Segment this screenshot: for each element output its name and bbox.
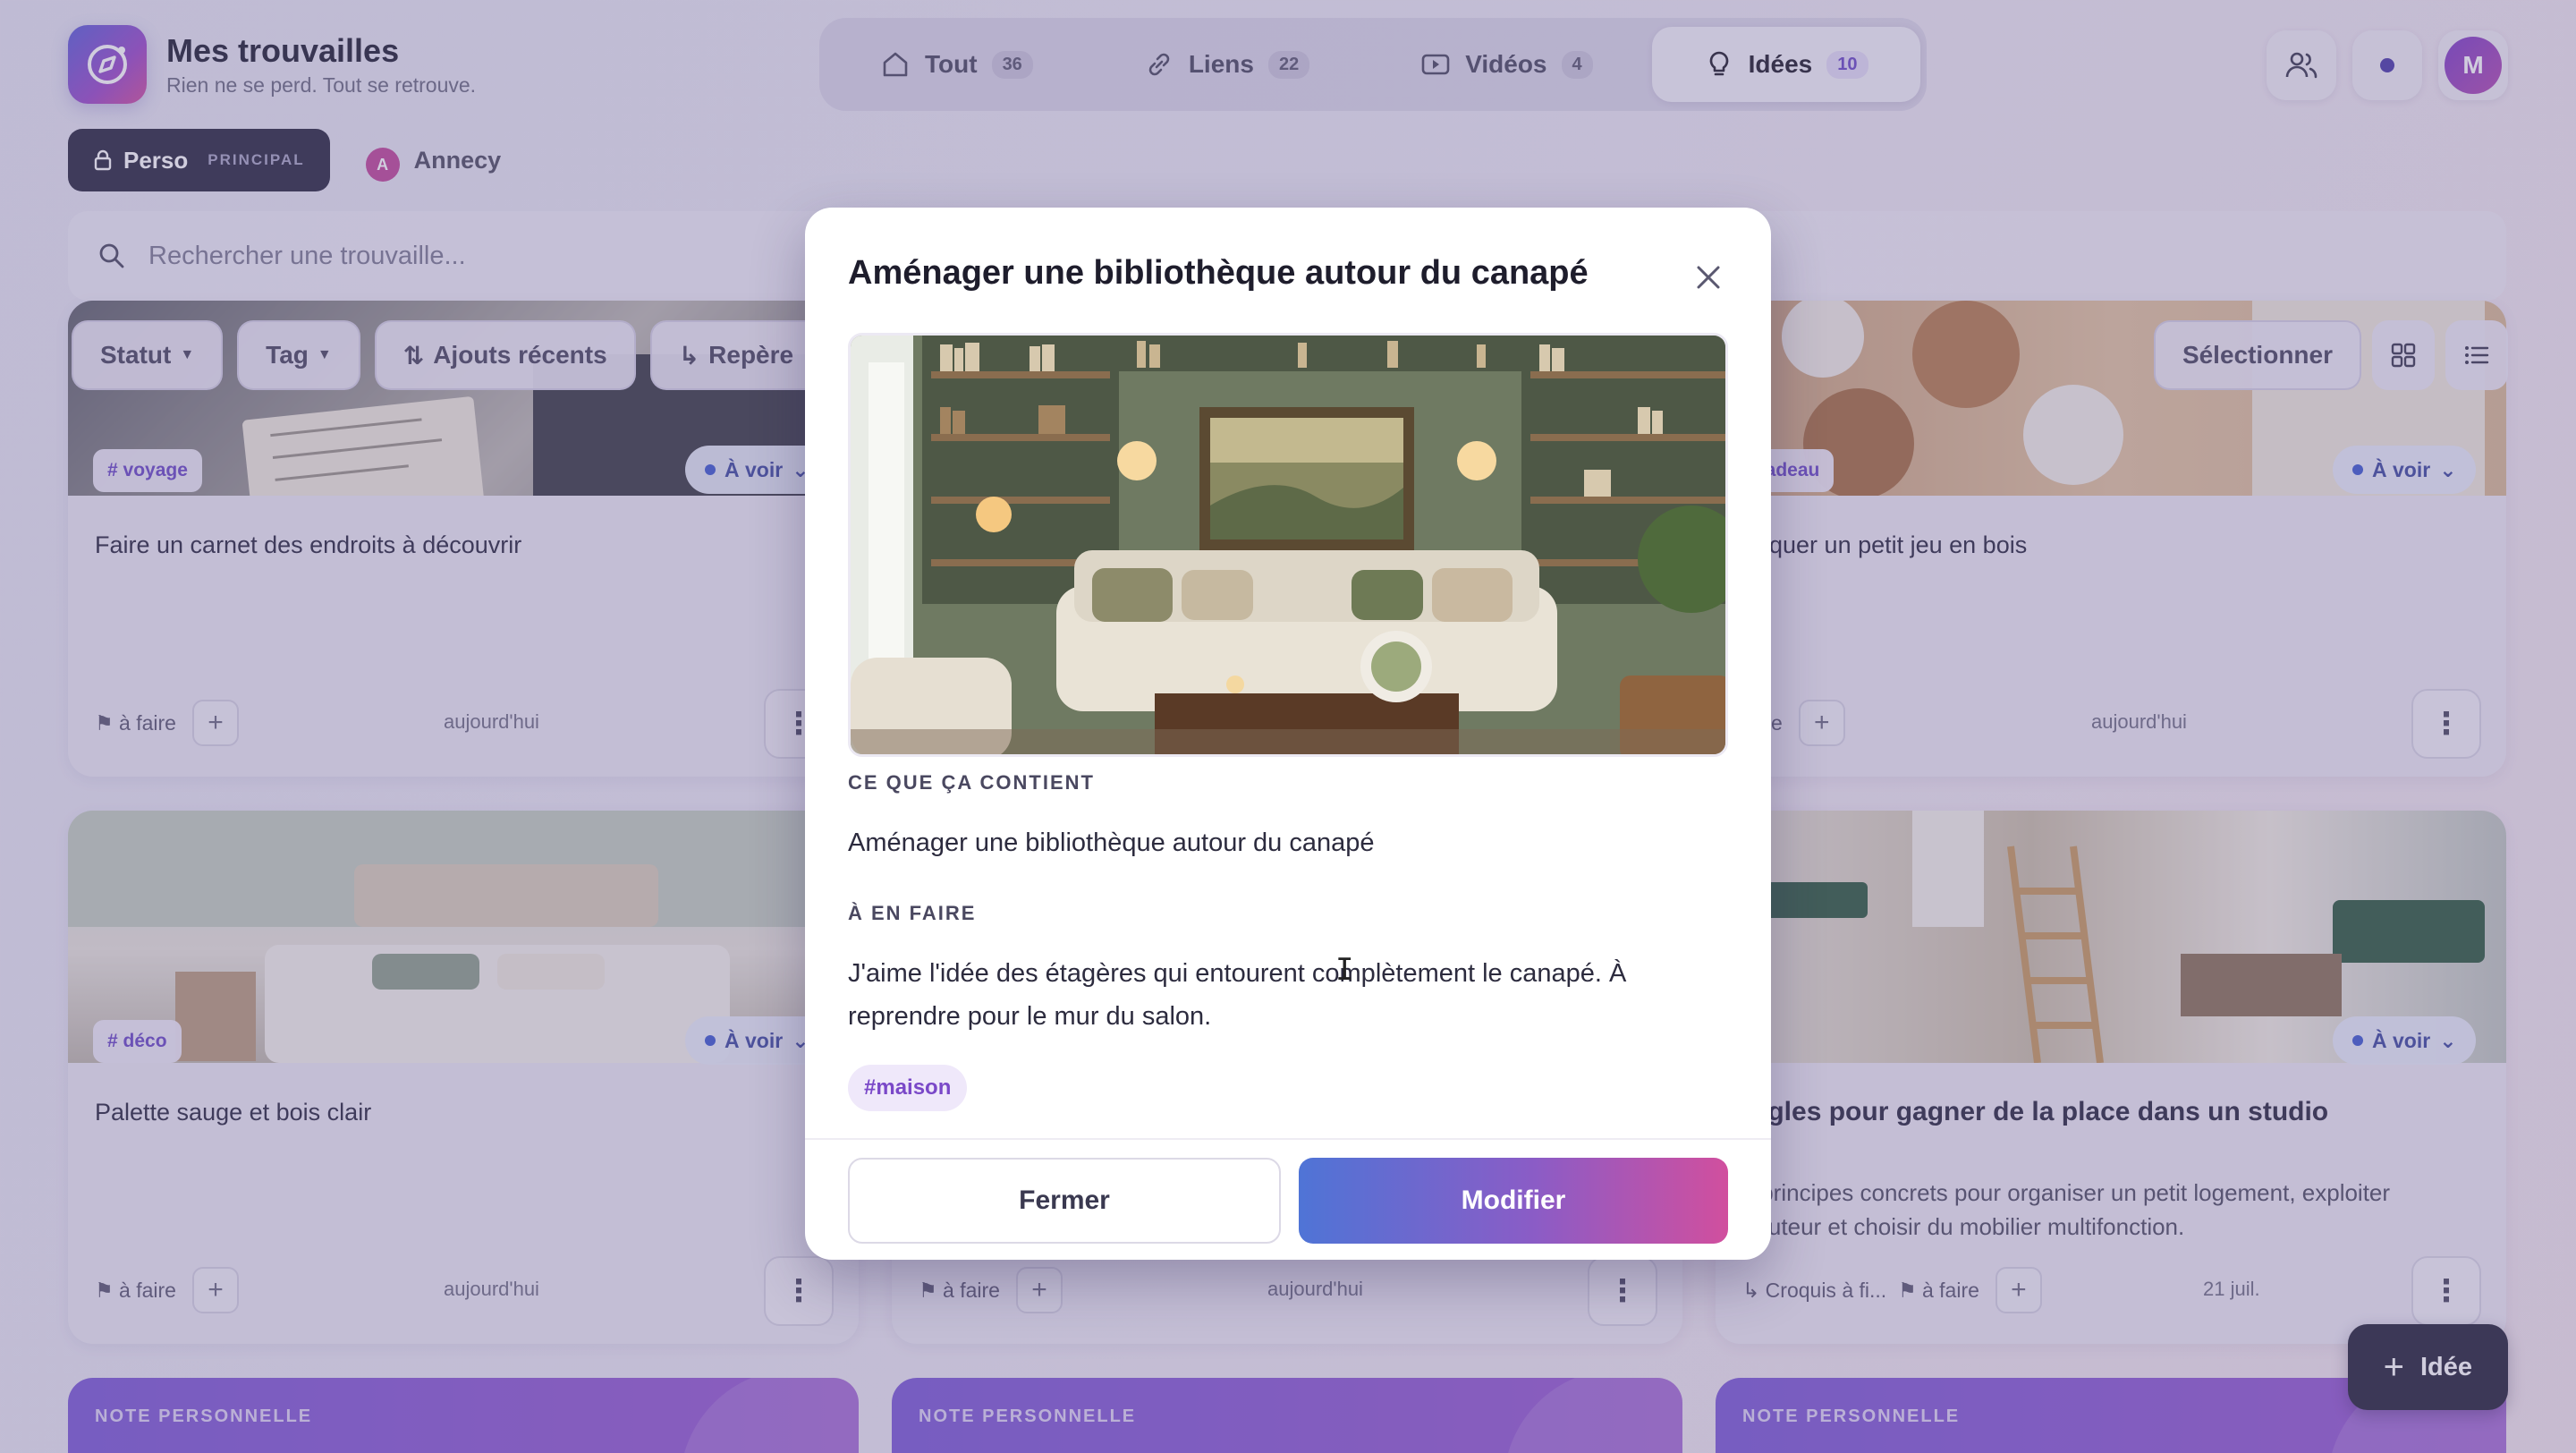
text-cursor-icon: I bbox=[1335, 952, 1354, 988]
hashtag-chip[interactable]: #maison bbox=[848, 1065, 968, 1111]
modal-title: Aménager une bibliothèque autour du cana… bbox=[848, 254, 1589, 292]
content-section-label: CE QUE ÇA CONTIENT bbox=[848, 771, 1095, 794]
page: Mes trouvailles Rien ne se perd. Tout se… bbox=[0, 0, 2576, 1453]
note-text-line: reprendre pour le mur du salon. bbox=[848, 1002, 1212, 1031]
idea-detail-modal: Aménager une bibliothèque autour du cana… bbox=[805, 208, 1771, 1260]
edit-button[interactable]: Modifier bbox=[1299, 1158, 1728, 1244]
content-text: Aménager une bibliothèque autour du cana… bbox=[848, 828, 1375, 857]
modal-divider bbox=[805, 1138, 1771, 1140]
note-text-line: J'aime l'idée des étagères qui entourent… bbox=[848, 959, 1627, 988]
todo-section-label: À EN FAIRE bbox=[848, 902, 977, 924]
close-icon[interactable] bbox=[1689, 258, 1728, 297]
idea-image bbox=[848, 333, 1728, 757]
close-button[interactable]: Fermer bbox=[848, 1158, 1281, 1244]
